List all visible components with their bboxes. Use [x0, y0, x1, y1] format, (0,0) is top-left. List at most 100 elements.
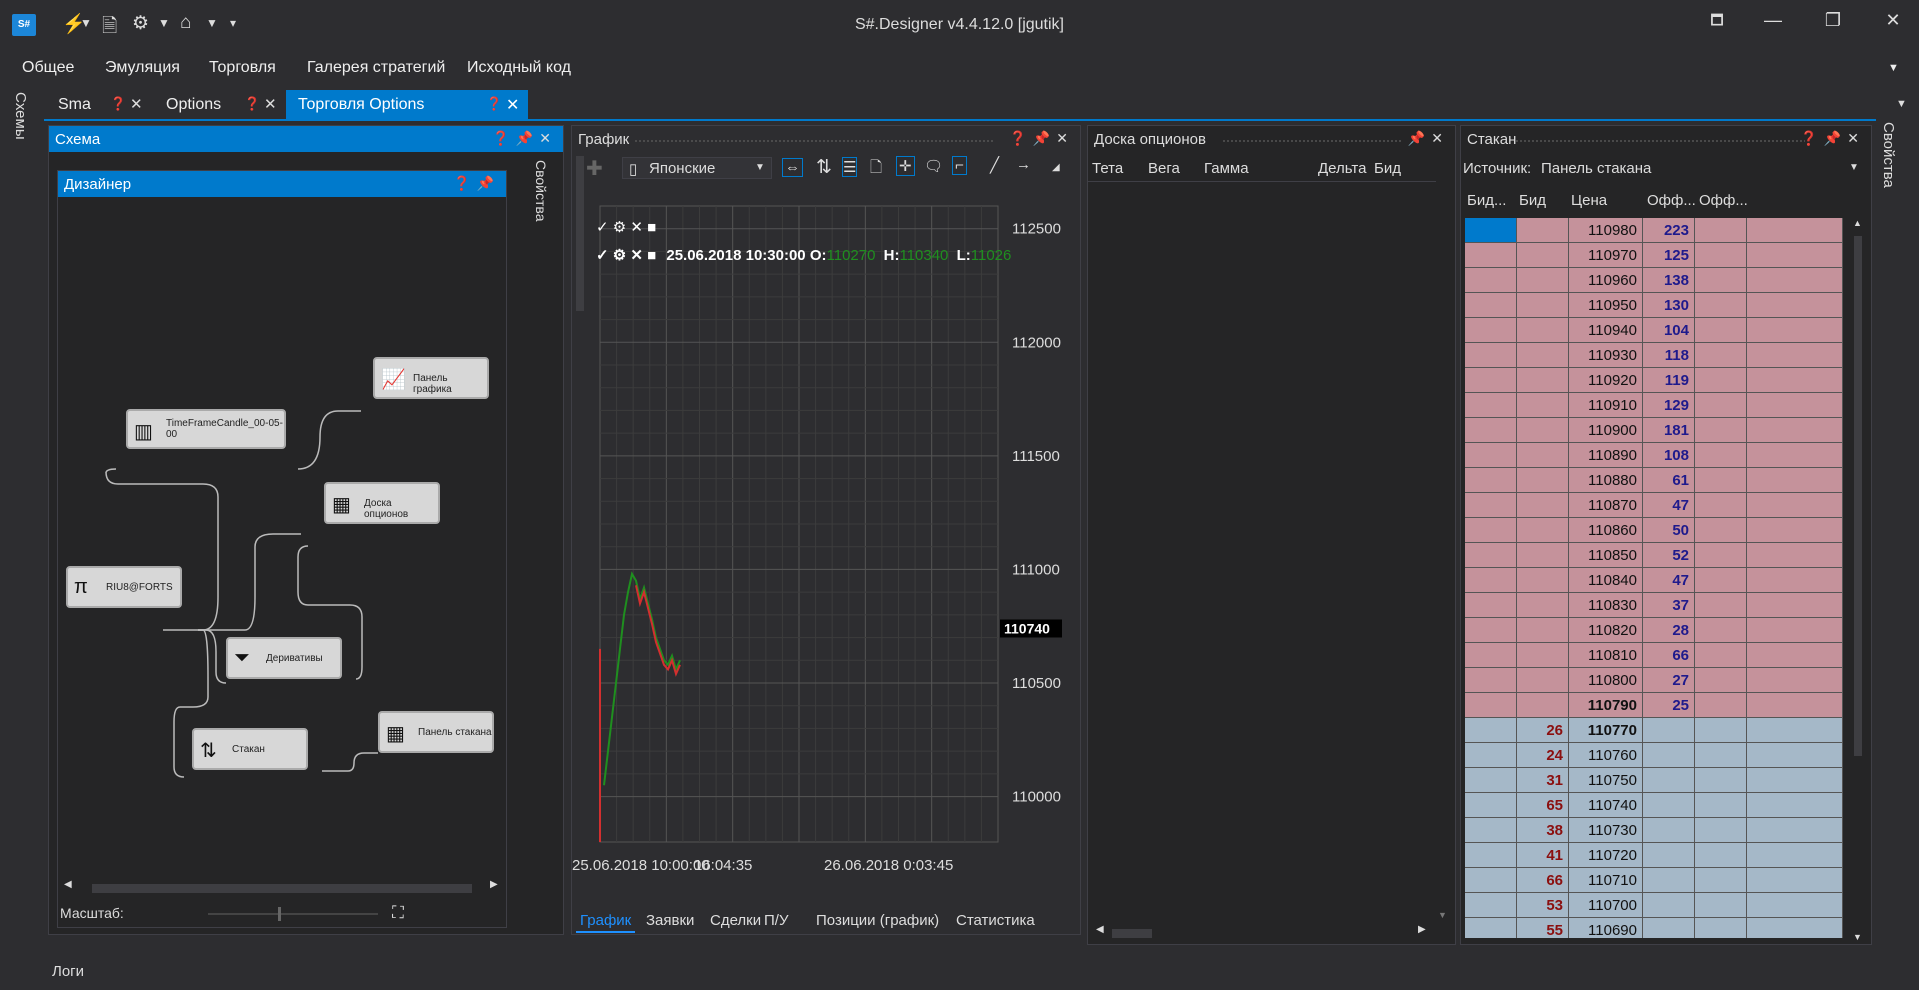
node-orderbook[interactable]: ⇅ Стакан	[192, 728, 308, 770]
scroll-right-icon[interactable]: ▶	[1418, 924, 1426, 935]
orderbook-row[interactable]: 55 110690	[1465, 918, 1847, 938]
orderbook-row[interactable]: 110850 52	[1465, 543, 1847, 568]
menu-emulation[interactable]: Эмуляция	[105, 59, 180, 77]
sidebar-properties[interactable]: Свойства	[1880, 122, 1897, 188]
node-derivatives[interactable]: ⏷ Деривативы	[226, 637, 342, 679]
close-icon[interactable]: ✕	[630, 219, 643, 236]
orderbook-row[interactable]: 110800 27	[1465, 668, 1847, 693]
gear-icon[interactable]: ⚙	[613, 247, 626, 264]
orderbook-row[interactable]: 110890 108	[1465, 443, 1847, 468]
node-timeframe-candle[interactable]: ▥ TimeFrameCandle_00-05-00	[126, 409, 286, 449]
check-icon[interactable]: ✓	[596, 247, 609, 264]
menu-trading[interactable]: Торговля	[209, 59, 276, 77]
tab-positions[interactable]: Позиции (график)	[816, 912, 939, 929]
orderbook-row[interactable]: 110940 104	[1465, 318, 1847, 343]
tab-chart[interactable]: График	[576, 912, 636, 933]
orderbook-row[interactable]: 41 110720	[1465, 843, 1847, 868]
orderbook-row[interactable]: 31 110750	[1465, 768, 1847, 793]
minimize-button[interactable]: —	[1758, 10, 1788, 31]
scroll-up-icon[interactable]: ▲	[1853, 218, 1862, 228]
orderbook-row[interactable]: 110810 66	[1465, 643, 1847, 668]
price-chart[interactable]: 110000 110500 111000 111500 112000 112500 25.0…	[572, 186, 1080, 886]
tab-sma[interactable]: Sma	[44, 90, 102, 120]
scroll-thumb[interactable]	[1112, 929, 1152, 938]
node-options-board[interactable]: ▦ Доска опционов	[324, 482, 440, 524]
tab-statistics[interactable]: Статистика	[956, 912, 1035, 929]
col-offer-total[interactable]: Офф...	[1699, 192, 1748, 209]
col-bid[interactable]: Бид	[1519, 192, 1546, 209]
panel-controls[interactable]: ❓📌✕	[1009, 130, 1074, 147]
col-theta[interactable]: Тета	[1092, 160, 1123, 177]
inner-properties-tab[interactable]: Свойства	[533, 160, 549, 221]
horizontal-scrollbar[interactable]: ◀ ▶	[62, 879, 502, 895]
col-offer[interactable]: Офф...	[1647, 192, 1696, 209]
col-vega[interactable]: Вега	[1148, 160, 1180, 177]
close-icon[interactable]: ✕	[630, 247, 643, 264]
vertical-scrollbar[interactable]: ▼	[1436, 184, 1450, 920]
gear-icon[interactable]: ⚙	[613, 219, 626, 236]
scroll-thumb[interactable]	[92, 884, 472, 893]
chart-style-select[interactable]: ▯ Японские ▼	[622, 157, 772, 179]
orderbook-row[interactable]: 38 110730	[1465, 818, 1847, 843]
tab-trades[interactable]: Сделки	[710, 912, 761, 929]
page-icon[interactable]: 🗋	[870, 157, 882, 182]
tabs-overflow-icon[interactable]: ▼	[1896, 98, 1907, 110]
comment-icon[interactable]: 🗨	[924, 157, 943, 175]
logs-tab[interactable]: Логи	[52, 963, 84, 980]
scroll-right-icon[interactable]: ▶	[490, 879, 498, 890]
scroll-left-icon[interactable]: ◀	[1096, 924, 1104, 935]
orderbook-row[interactable]: 110830 37	[1465, 593, 1847, 618]
orderbook-row[interactable]: 65 110740	[1465, 793, 1847, 818]
crosshair-icon[interactable]: ✛	[896, 156, 915, 176]
panel-controls[interactable]: ❓📌✕	[492, 130, 557, 147]
col-delta[interactable]: Дельта	[1318, 160, 1366, 177]
menu-overflow-icon[interactable]: ▼	[1888, 62, 1899, 74]
orderbook-row[interactable]: 110820 28	[1465, 618, 1847, 643]
orderbook-row[interactable]: 110980 223	[1465, 218, 1847, 243]
source-select[interactable]: Панель стакана ▼	[1537, 156, 1867, 180]
line-icon[interactable]: ╱	[990, 156, 999, 174]
panel-controls[interactable]: ❓📌	[453, 175, 500, 192]
close-button[interactable]: ✕	[1878, 10, 1908, 31]
orderbook-row[interactable]: 110900 181	[1465, 418, 1847, 443]
arrow-icon[interactable]: →	[1016, 156, 1031, 173]
col-price[interactable]: Цена	[1571, 192, 1607, 209]
menu-source[interactable]: Исходный код	[467, 59, 571, 77]
scale-slider[interactable]	[208, 907, 378, 921]
color-square-icon[interactable]: ■	[647, 219, 656, 236]
scroll-thumb[interactable]	[1854, 236, 1862, 756]
panel-controls[interactable]: 📌✕	[1408, 130, 1449, 147]
designer-canvas[interactable]	[58, 197, 506, 877]
orderbook-row[interactable]: 53 110700	[1465, 893, 1847, 918]
orderbook-row[interactable]: 110920 119	[1465, 368, 1847, 393]
tab-trading-options[interactable]: Торговля Options ❓ ✕	[286, 90, 528, 120]
tab-pnl[interactable]: П/У	[764, 912, 788, 929]
node-security[interactable]: π RIU8@FORTS	[66, 566, 182, 608]
interval-icon[interactable]: ⌐	[952, 156, 967, 175]
horizontal-scrollbar[interactable]: ◀ ▶	[1092, 924, 1432, 940]
orderbook-row[interactable]: 110930 118	[1465, 343, 1847, 368]
col-bid-total[interactable]: Бид...	[1467, 192, 1506, 209]
orderbook-row[interactable]: 110860 50	[1465, 518, 1847, 543]
sidebar-schemas[interactable]: Схемы	[12, 92, 29, 140]
orderbook-row[interactable]: 110950 130	[1465, 293, 1847, 318]
close-icon[interactable]: ✕	[130, 95, 143, 113]
vertical-scrollbar[interactable]: ▲ ▼	[1851, 218, 1865, 942]
slider-thumb[interactable]	[278, 907, 281, 921]
help-icon[interactable]: ❓	[486, 96, 502, 112]
help-icon[interactable]: ❓	[110, 96, 126, 112]
scroll-left-icon[interactable]: ◀	[64, 879, 72, 890]
menu-general[interactable]: Общее	[22, 59, 74, 77]
scroll-down-icon[interactable]: ▼	[1853, 932, 1862, 942]
orderbook-row[interactable]: 110960 138	[1465, 268, 1847, 293]
orderbook-row[interactable]: 110870 47	[1465, 493, 1847, 518]
add-icon[interactable]: ✚	[586, 156, 603, 181]
orderbook-row[interactable]: 110910 129	[1465, 393, 1847, 418]
check-icon[interactable]: ✓	[596, 219, 609, 236]
triangle-icon[interactable]: ◢	[1052, 162, 1060, 173]
node-orderbook-panel[interactable]: ▦ Панель стакана	[378, 711, 494, 753]
menu-gallery[interactable]: Галерея стратегий	[307, 59, 445, 77]
close-icon[interactable]: ✕	[506, 95, 519, 115]
orderbook-row[interactable]: 66 110710	[1465, 868, 1847, 893]
orderbook-row[interactable]: 110790 25	[1465, 693, 1847, 718]
